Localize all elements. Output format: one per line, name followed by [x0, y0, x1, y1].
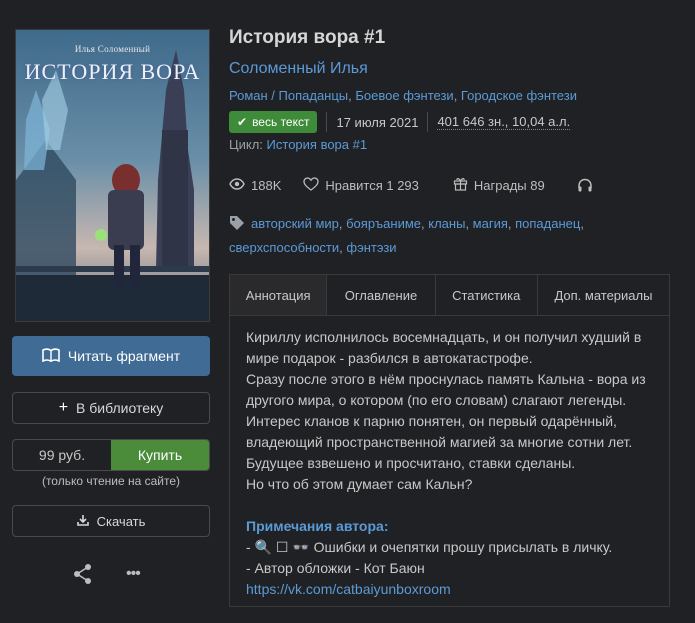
tag-link[interactable]: авторский мир: [251, 216, 339, 231]
awards-label: Награды 89: [473, 177, 545, 193]
cover-title: ИСТОРИЯ ВОРА: [24, 59, 201, 84]
book-meta: ✔ весь текст 17 июля 2021 401 646 зн., 1…: [229, 111, 571, 133]
more-options-icon[interactable]: •••: [126, 565, 148, 583]
heart-icon: [303, 176, 320, 194]
annotation-paragraph: Но что об этом думает сам Кальн?: [246, 476, 473, 492]
tag-link[interactable]: сверхспособности: [229, 240, 339, 255]
price-value: 99 руб.: [38, 447, 86, 463]
views-stat: 188K: [229, 178, 281, 193]
tag-link[interactable]: попаданец: [515, 216, 580, 231]
cycle-label: Цикл:: [229, 137, 263, 152]
tab-contents[interactable]: Оглавление: [327, 275, 436, 315]
tag-icon: [229, 215, 247, 237]
tab-bar: Аннотация Оглавление Статистика Доп. мат…: [230, 275, 669, 316]
share-icon[interactable]: [72, 563, 94, 585]
tab-annotation[interactable]: Аннотация: [230, 275, 328, 315]
likes-label: Нравится 1 293: [325, 177, 419, 193]
status-badge-label: весь текст: [252, 115, 310, 129]
check-icon: ✔: [237, 115, 248, 129]
tab-extra-materials[interactable]: Доп. материалы: [538, 275, 669, 315]
genre-link[interactable]: Роман / Попаданцы: [229, 88, 348, 103]
awards-button[interactable]: Награды 89: [453, 176, 545, 194]
download-icon: [76, 514, 89, 529]
tab-statistics[interactable]: Статистика: [436, 275, 538, 315]
price-buy-group: 99 руб. Купить: [12, 439, 210, 471]
book-cover[interactable]: Илья Соломенный ИСТОРИЯ ВОРА: [15, 29, 210, 322]
add-to-library-button[interactable]: + В библиотеку: [12, 392, 210, 424]
views-count: 188K: [251, 177, 282, 193]
annotation-paragraph: Сразу после этого в нём проснулась памят…: [246, 371, 646, 408]
author-notes-title: Примечания автора:: [246, 518, 389, 534]
cycle: Цикл: История вора #1: [229, 137, 367, 152]
book-open-icon: [42, 347, 60, 365]
read-fragment-button[interactable]: Читать фрагмент: [12, 336, 210, 376]
info-panel: Аннотация Оглавление Статистика Доп. мат…: [229, 274, 670, 607]
cover-artist-link[interactable]: https://vk.com/catbaiyunboxroom: [246, 581, 451, 597]
tags-list: авторский мир, бояръаниме, кланы, магия,…: [229, 215, 584, 255]
genres: Роман / Попаданцы, Боевое фэнтези, Город…: [229, 88, 577, 103]
download-label: Скачать: [96, 513, 146, 529]
cover-author: Илья Соломенный: [74, 44, 151, 54]
publish-date: 17 июля 2021: [336, 114, 419, 130]
tag-link[interactable]: кланы: [428, 216, 465, 231]
status-badge: ✔ весь текст: [229, 111, 318, 133]
tag-link[interactable]: магия: [473, 216, 508, 231]
add-to-library-label: В библиотеку: [76, 400, 164, 416]
author-link[interactable]: Соломенный Илья: [229, 60, 368, 78]
genre-link[interactable]: Городское фэнтези: [461, 88, 577, 103]
buy-button[interactable]: Купить: [111, 440, 209, 470]
stats-bar: 188K Нравится 1 293 Награды 89: [229, 176, 593, 194]
cycle-link[interactable]: История вора #1: [267, 137, 368, 152]
annotation-paragraph: Интерес кланов к парню понятен, он первы…: [246, 413, 633, 450]
book-size: 401 646 зн., 10,04 а.л.: [437, 114, 571, 130]
tag-link[interactable]: фэнтэзи: [346, 240, 396, 255]
plus-icon: +: [58, 399, 69, 416]
price-note: (только чтение на сайте): [41, 474, 181, 488]
like-button[interactable]: Нравится 1 293: [303, 176, 419, 194]
author-note-line: - 🔍 ☐ 👓 Ошибки и очепятки прошу присылат…: [246, 539, 613, 555]
download-button[interactable]: Скачать: [12, 505, 210, 537]
annotation-paragraph: Кириллу исполнилось восемнадцать, и он п…: [246, 329, 642, 366]
tag-link[interactable]: бояръаниме: [346, 216, 421, 231]
eye-icon: [229, 177, 245, 193]
gift-icon: [453, 176, 468, 194]
headphones-icon[interactable]: [577, 178, 593, 192]
book-title: История вора #1: [229, 27, 386, 48]
author-note-line: - Автор обложки - Кот Баюн: [246, 560, 425, 576]
annotation-text: Кириллу исполнилось восемнадцать, и он п…: [230, 316, 669, 611]
annotation-paragraph: Будущее взвешено и просчитано, ставки сд…: [246, 455, 576, 471]
genre-link[interactable]: Боевое фэнтези: [355, 88, 453, 103]
read-fragment-label: Читать фрагмент: [67, 348, 181, 364]
